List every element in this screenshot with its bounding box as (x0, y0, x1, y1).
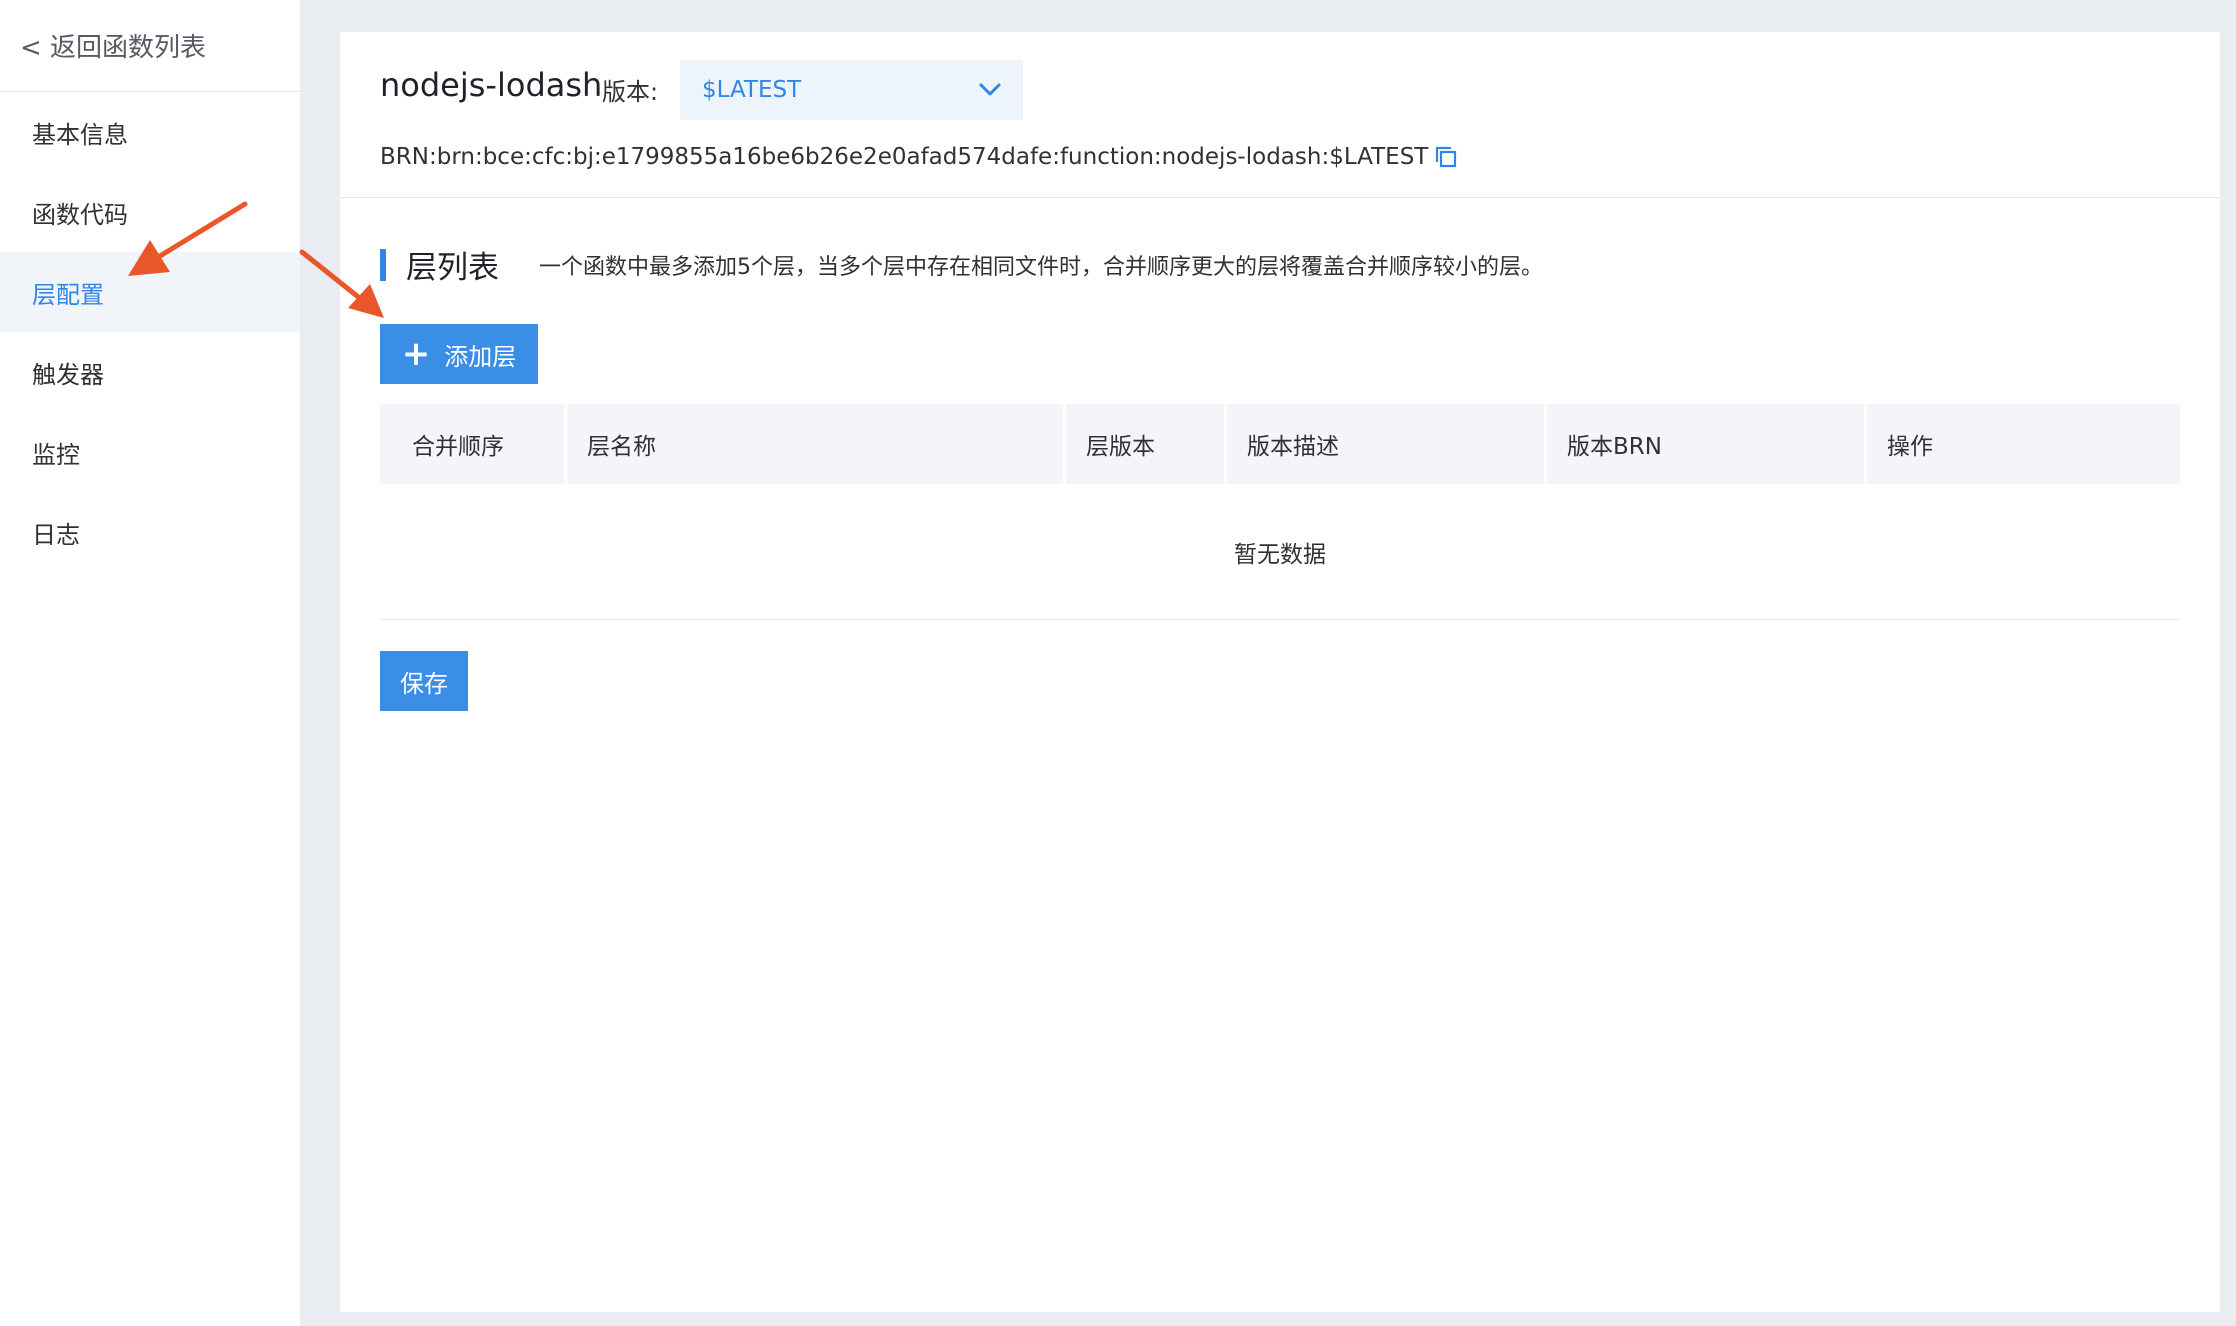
column-header-layer-version: 层版本 (1066, 404, 1224, 484)
table-empty-row: 暂无数据 (380, 484, 2180, 620)
column-header-merge-order: 合并顺序 (380, 404, 564, 484)
sidebar: < 返回函数列表 基本信息 函数代码 层配置 触发器 监控 日志 (0, 0, 300, 1326)
empty-state-text: 暂无数据 (1234, 541, 1326, 568)
add-layer-button-label: 添加层 (444, 342, 517, 371)
sidebar-nav: 基本信息 函数代码 层配置 触发器 监控 日志 (0, 92, 300, 572)
function-name: nodejs-lodash (380, 66, 603, 104)
add-layer-button[interactable]: + 添加层 (380, 324, 538, 384)
sidebar-item-basic-info[interactable]: 基本信息 (0, 92, 300, 172)
column-header-actions: 操作 (1867, 404, 2180, 484)
column-header-version-brn: 版本BRN (1547, 404, 1864, 484)
main-panel: nodejs-lodash 版本: $LATEST BRN: brn:bce:c… (340, 32, 2220, 1312)
back-to-function-list-link[interactable]: < 返回函数列表 (0, 0, 300, 92)
chevron-down-icon (979, 83, 1001, 97)
layer-list-heading: 层列表 一个函数中最多添加5个层，当多个层中存在相同文件时，合并顺序更大的层将覆… (380, 242, 1543, 287)
column-header-layer-name: 层名称 (567, 404, 1063, 484)
sidebar-item-triggers[interactable]: 触发器 (0, 332, 300, 412)
save-button[interactable]: 保存 (380, 651, 468, 711)
plus-icon: + (401, 334, 431, 374)
sidebar-item-function-code[interactable]: 函数代码 (0, 172, 300, 252)
table-header: 合并顺序 层名称 层版本 版本描述 版本BRN 操作 (380, 404, 2180, 484)
version-select[interactable]: $LATEST (680, 60, 1023, 120)
sidebar-item-logs[interactable]: 日志 (0, 492, 300, 572)
brn-value: brn:bce:cfc:bj:e1799855a16be6b26e2e0afad… (436, 144, 1429, 170)
section-title: 层列表 (406, 250, 499, 286)
copy-icon[interactable] (1434, 145, 1458, 169)
column-header-version-description: 版本描述 (1227, 404, 1544, 484)
brn-label: BRN: (380, 144, 437, 170)
layer-table: 合并顺序 层名称 层版本 版本描述 版本BRN 操作 暂无数据 (380, 404, 2180, 620)
version-select-value: $LATEST (702, 77, 802, 103)
brn-line: BRN: brn:bce:cfc:bj:e1799855a16be6b26e2e… (380, 144, 1458, 170)
sidebar-item-layer-config[interactable]: 层配置 (0, 252, 300, 332)
section-description: 一个函数中最多添加5个层，当多个层中存在相同文件时，合并顺序更大的层将覆盖合并顺… (539, 254, 1544, 280)
sidebar-item-monitoring[interactable]: 监控 (0, 412, 300, 492)
section-title-accent-bar (380, 248, 386, 281)
function-header: nodejs-lodash 版本: $LATEST BRN: brn:bce:c… (340, 32, 2220, 198)
version-label: 版本: (602, 78, 659, 106)
